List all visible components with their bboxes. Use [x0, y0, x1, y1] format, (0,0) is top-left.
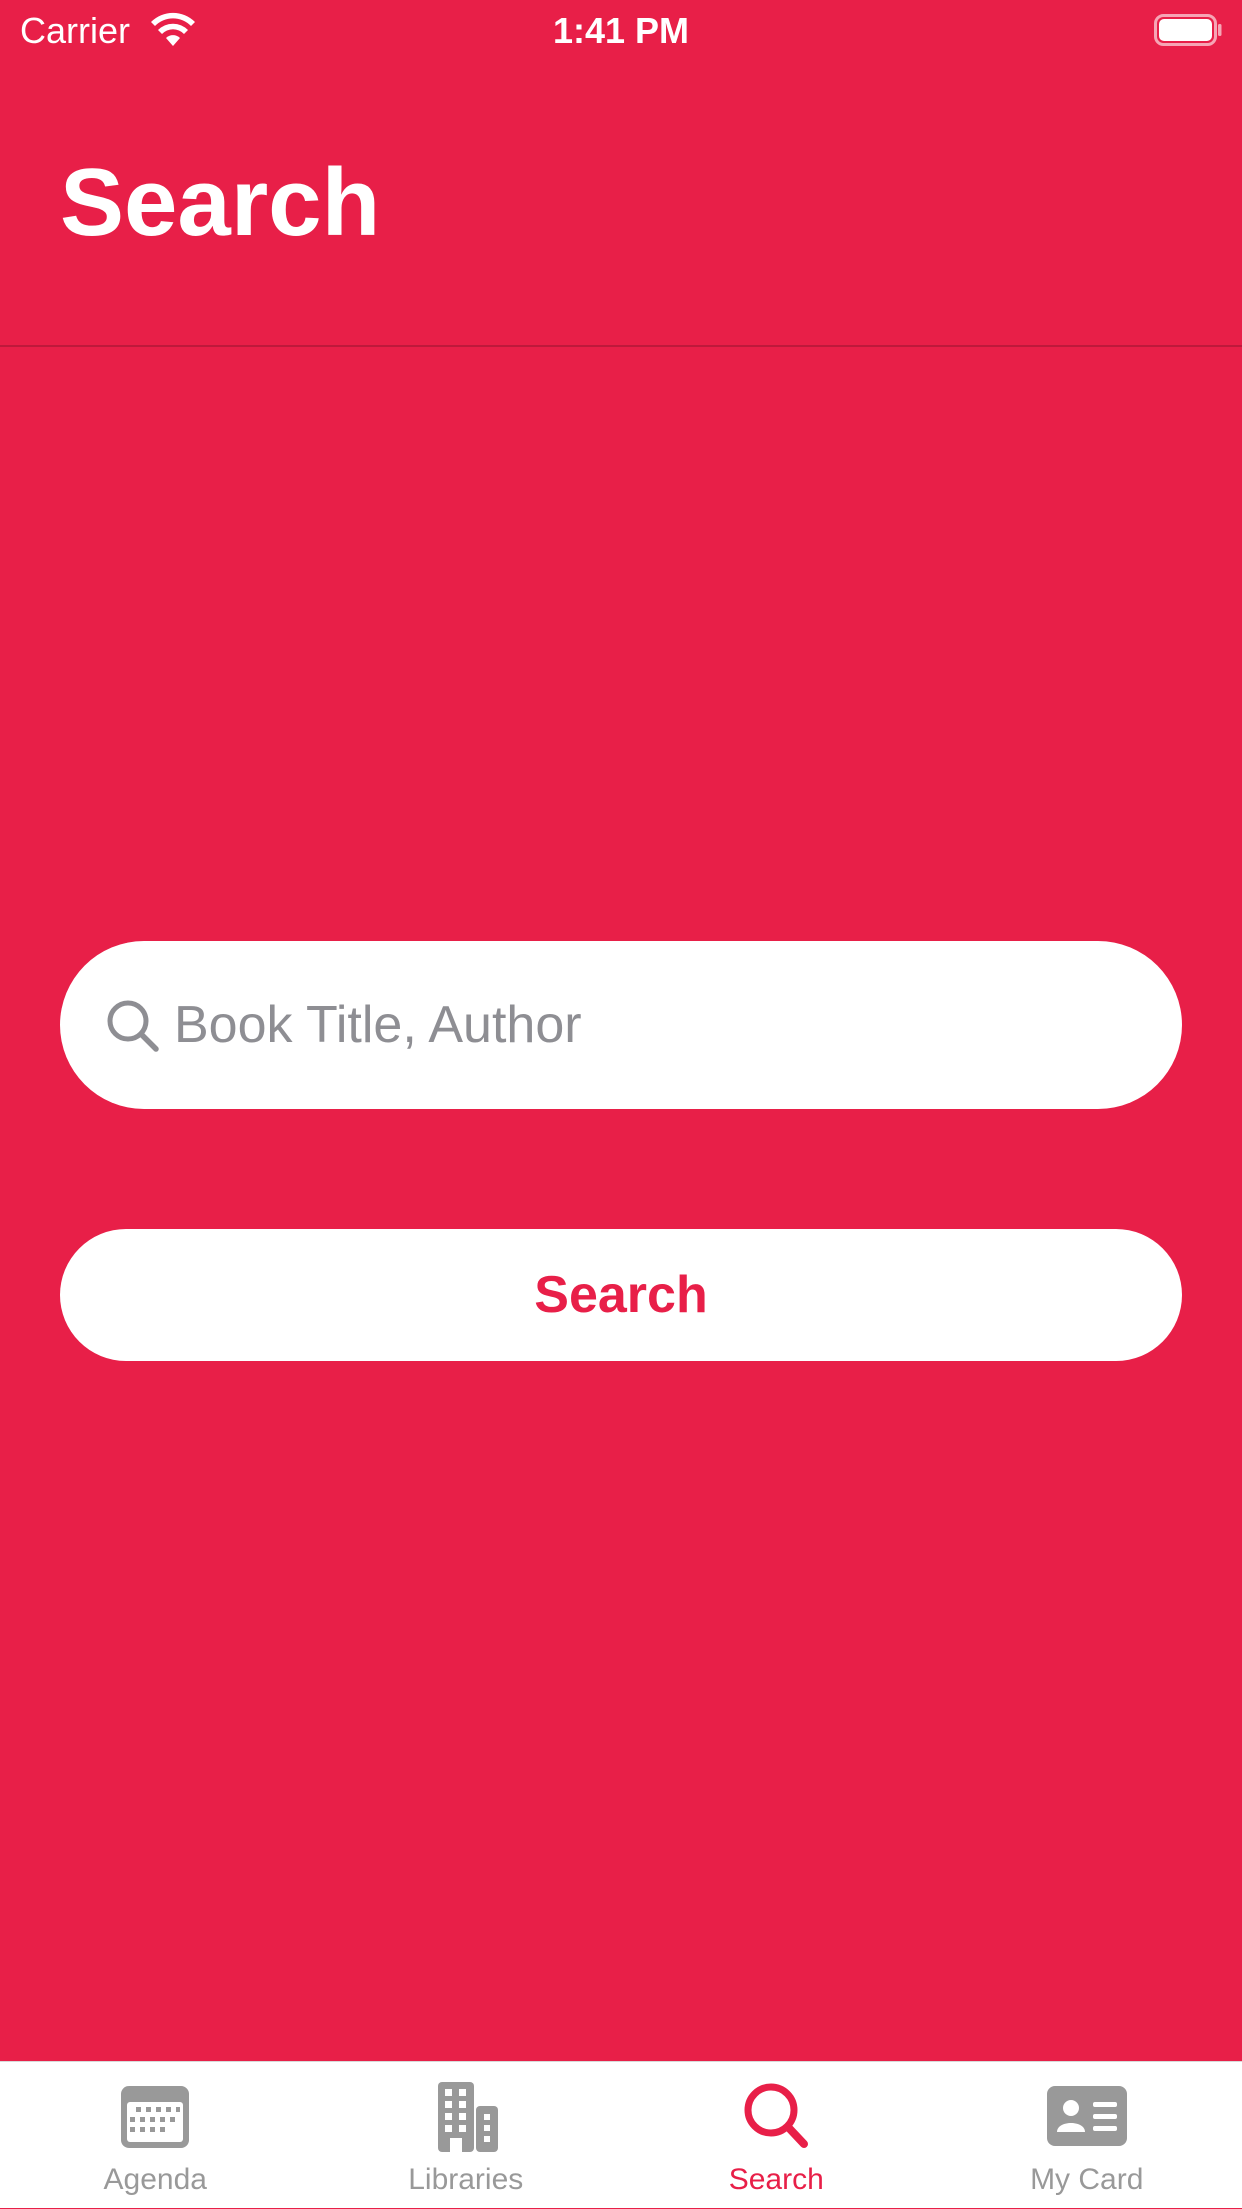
battery-icon — [1154, 14, 1222, 46]
search-field[interactable] — [60, 941, 1182, 1109]
clock-time: 1:41 PM — [0, 8, 1242, 54]
search-input[interactable] — [174, 975, 1134, 1075]
id-card-icon — [1047, 2078, 1127, 2154]
magnifying-glass-icon — [105, 998, 161, 1054]
tab-libraries[interactable]: Libraries — [311, 2062, 622, 2209]
tab-search[interactable]: Search — [621, 2062, 932, 2209]
magnifying-glass-icon — [736, 2078, 816, 2154]
tab-label-libraries: Libraries — [311, 2162, 622, 2198]
tab-agenda[interactable]: Agenda — [0, 2062, 311, 2209]
calendar-icon — [115, 2078, 195, 2154]
page-title: Search — [60, 148, 380, 258]
tab-label-my-card: My Card — [932, 2162, 1242, 2198]
tab-label-search: Search — [621, 2162, 932, 2198]
tab-my-card[interactable]: My Card — [932, 2062, 1242, 2209]
buildings-icon — [426, 2078, 506, 2154]
status-bar: Carrier 1:41 PM — [0, 0, 1242, 62]
tab-bar: Agenda Libraries Search — [0, 2061, 1242, 2208]
tab-label-agenda: Agenda — [0, 2162, 311, 2198]
search-button[interactable]: Search — [60, 1229, 1182, 1361]
